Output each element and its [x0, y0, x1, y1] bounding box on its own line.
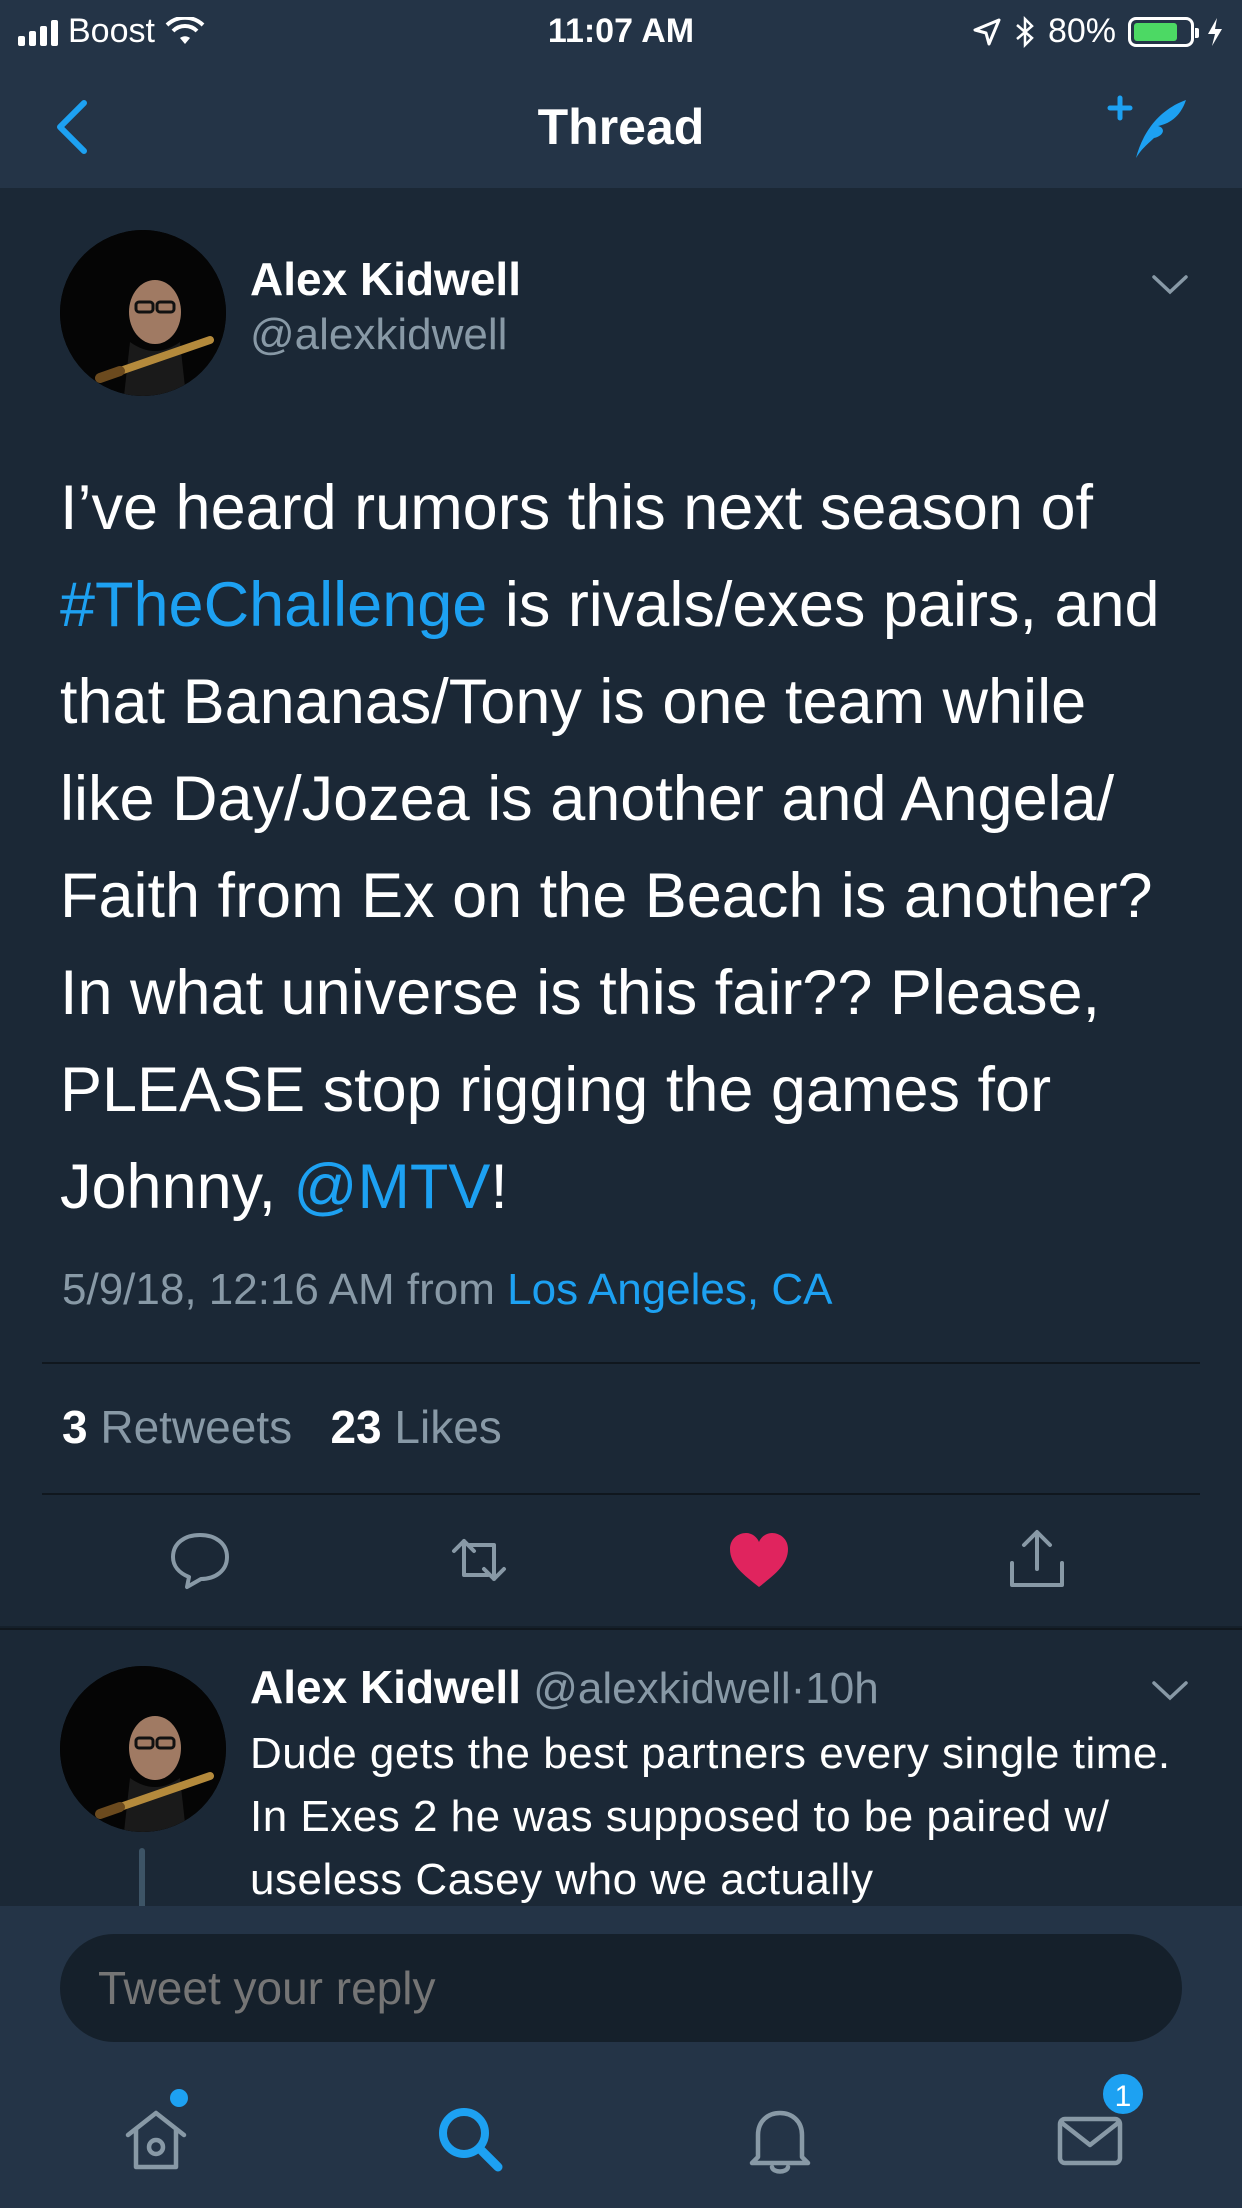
search-icon [439, 2108, 503, 2172]
location-icon [973, 18, 1001, 45]
battery-level-fill [1134, 22, 1178, 41]
home-unread-dot [170, 2089, 188, 2107]
share-icon[interactable] [1002, 1525, 1072, 1595]
divider [42, 1362, 1200, 1364]
likes-stat[interactable]: 23 Likes [330, 1401, 501, 1453]
status-bar: Boost 11:07 AM 80% [0, 0, 1242, 62]
status-right: 80% [972, 12, 1224, 51]
mention-link[interactable]: @MTV [293, 1152, 490, 1222]
hashtag-link[interactable]: #TheChallenge [60, 570, 487, 640]
tweet-text: I’ve heard rumors this next season of #T… [60, 460, 1190, 1236]
tab-home[interactable] [118, 2089, 194, 2177]
tab-search[interactable] [432, 2101, 508, 2177]
like-icon[interactable] [724, 1525, 794, 1595]
home-icon [125, 2110, 187, 2170]
retweets-stat[interactable]: 3 Retweets [62, 1401, 292, 1453]
reply-author-name[interactable]: Alex Kidwell [250, 1661, 521, 1713]
separator-dot: · [790, 1664, 806, 1713]
retweet-icon[interactable] [444, 1525, 514, 1595]
reply-text: Dude gets the best partners every single… [250, 1729, 1171, 1904]
avatar-photo [60, 230, 226, 396]
reply-time: 10h [805, 1664, 879, 1713]
tweet-text-part: I’ve heard rumors this next season of [60, 473, 1094, 543]
reply-icon[interactable] [165, 1525, 235, 1595]
charging-icon [1208, 17, 1222, 46]
author-name[interactable]: Alex Kidwell [250, 252, 521, 306]
messages-badge: 1 [1100, 2071, 1146, 2117]
likes-label: Likes [394, 1401, 502, 1453]
author-handle[interactable]: @alexkidwell [250, 310, 507, 360]
main-tweet: Alex Kidwell @alexkidwell I’ve heard rum… [0, 190, 1242, 1626]
tab-notifications[interactable] [742, 2101, 818, 2177]
tweet-meta: 5/9/18, 12:16 AM from Los Angeles, CA [62, 1265, 832, 1315]
notifications-icon [749, 2110, 811, 2174]
reply-header: Alex Kidwell @alexkidwell·10h [250, 1660, 879, 1714]
tweet-timestamp: 5/9/18, 12:16 AM [62, 1265, 395, 1314]
reply-author-handle[interactable]: @alexkidwell [533, 1664, 790, 1713]
chevron-down-icon[interactable] [1150, 272, 1190, 298]
from-label: from [406, 1265, 495, 1314]
chevron-down-icon[interactable] [1150, 1678, 1190, 1704]
avatar[interactable] [60, 1666, 226, 1832]
location-link[interactable]: Los Angeles, CA [507, 1265, 832, 1314]
nav-bar: Thread [0, 62, 1242, 190]
tweet-text-part: ! [490, 1152, 508, 1222]
avatar-photo [60, 1666, 226, 1832]
reply-tweet[interactable]: Alex Kidwell @alexkidwell·10h Dude gets … [0, 1628, 1242, 1908]
compose-tweet-icon[interactable] [1106, 94, 1190, 162]
retweets-label: Retweets [100, 1401, 293, 1453]
likes-count: 23 [330, 1401, 382, 1453]
divider [42, 1493, 1200, 1495]
tweet-text-part: is rivals/exes pairs, and that Bananas/T… [60, 570, 1160, 1222]
reply-input[interactable] [60, 1934, 1182, 2042]
avatar[interactable] [60, 230, 226, 396]
battery-percent: 80% [1047, 12, 1116, 50]
tab-messages[interactable]: 1 [1052, 2071, 1146, 2177]
thread-line [139, 1848, 145, 1908]
bottom-bar: 1 [0, 1906, 1242, 2208]
battery-icon [1128, 16, 1199, 47]
retweets-count: 3 [62, 1401, 88, 1453]
bluetooth-icon [1016, 15, 1034, 48]
tweet-stats: 3 Retweets 23 Likes [62, 1400, 502, 1454]
page-title: Thread [537, 99, 705, 155]
